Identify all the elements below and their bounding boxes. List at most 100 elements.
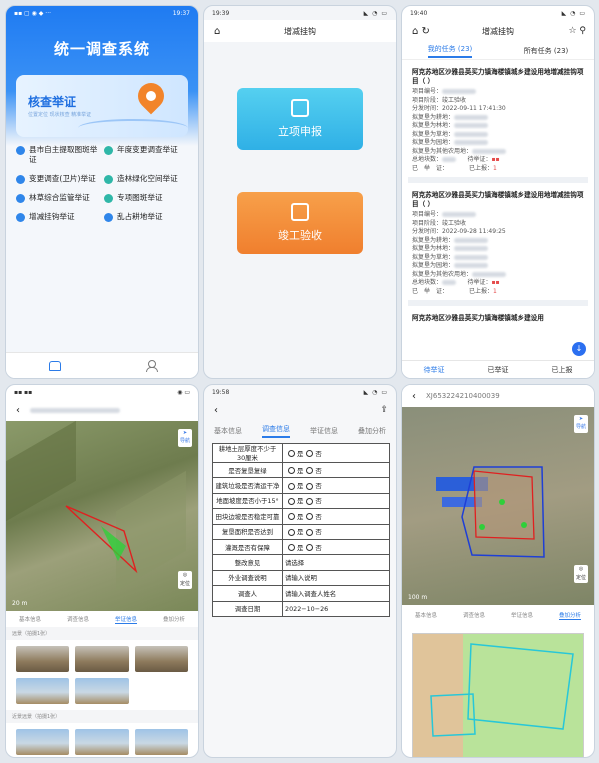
menu-icon (16, 146, 25, 155)
status-filter-bar: 待举证 已举证 已上报 (402, 360, 594, 378)
field-label: 拟复垦为其他农用地： (412, 147, 473, 155)
photo-thumb[interactable] (75, 678, 129, 704)
tab-evidence[interactable]: 举证信息 (114, 615, 137, 624)
photo-thumb[interactable] (16, 678, 70, 704)
tab-basic[interactable]: 基本信息 (214, 426, 242, 436)
yes-no-radio[interactable]: 是否 (282, 443, 390, 463)
menu-grid: 县市自主提取图斑举证 年度变更调查举证 变更调查(卫片)举证 造林绿化空间举证 … (16, 145, 188, 222)
menu-item-farmland[interactable]: 乱占耕地举证 (104, 212, 188, 222)
navigate-icon[interactable]: ➤ 导航 (574, 415, 588, 433)
tab-evidence[interactable]: 举证信息 (310, 426, 338, 436)
satellite-map[interactable]: ➤ 导航 ◎ 定位 100 m (402, 407, 594, 605)
banner-title: 核查举证 (28, 95, 77, 109)
menu-icon (104, 213, 113, 222)
tab-basic[interactable]: 基本信息 (415, 611, 437, 619)
survey-table: 耕地土层厚度不少于30厘米是否 是否复垦复绿是否 建筑垃圾是否清运干净是否 地面… (212, 443, 390, 617)
field-label: 待举证： (467, 156, 492, 163)
surveyor-input[interactable]: 请输入调查人姓名 (282, 585, 390, 602)
locate-icon[interactable]: ◎ 定位 (574, 565, 588, 583)
field-label: 已 举 证： (412, 287, 449, 295)
opinion-select[interactable]: 请选择 (282, 554, 390, 571)
menu-item-forest[interactable]: 林草综合监管举证 (16, 193, 100, 203)
tab-all-tasks[interactable]: 所有任务 (23) (524, 46, 569, 56)
yes-no-radio[interactable]: 是否 (282, 461, 390, 479)
satellite-map[interactable]: ➤ 导航 ◎ 定位 20 m (6, 421, 198, 611)
status-bar: 19:58 ◣ ◔ ▭ (212, 388, 388, 396)
tab-overlay[interactable]: 叠加分析 (163, 615, 185, 623)
task-card[interactable]: 阿克苏地区沙雅县英买力镇海楼镇城乡建设用地增减挂钩项目（ ） 项目编号： 项目阶… (408, 64, 588, 183)
task-card[interactable]: 阿克苏地区沙雅县英买力镇海楼镇城乡建设用 (408, 310, 588, 329)
home-icon[interactable]: ⌂ (214, 26, 220, 37)
tab-basic[interactable]: 基本信息 (19, 615, 41, 623)
field-label: 拟复垦为其他农用地： (412, 270, 473, 278)
task-title: 阿克苏地区沙雅县英买力镇海楼镇城乡建设用 (412, 314, 544, 322)
detail-tabs: 基本信息 调查信息 举证信息 叠加分析 (6, 611, 198, 627)
menu-item-annual[interactable]: 年度变更调查举证 (104, 145, 188, 165)
star-search-icon[interactable]: ☆ ⚲ (568, 26, 586, 36)
filter-uploaded[interactable]: 已上报 (552, 365, 573, 375)
task-card[interactable]: 阿克苏地区沙雅县英买力镇海楼镇城乡建设用地增减挂钩项目（ ） 项目编号： 项目阶… (408, 187, 588, 306)
locate-icon[interactable]: ◎ 定位 (178, 571, 192, 589)
tab-survey[interactable]: 调查信息 (463, 611, 485, 619)
project-apply-button[interactable]: 立项申报 (237, 88, 363, 150)
location-pin-icon (132, 77, 170, 115)
menu-item-afforestation[interactable]: 造林绿化空间举证 (104, 174, 188, 184)
filter-done[interactable]: 已举证 (488, 365, 509, 375)
row-label: 外业调查说明 (212, 569, 283, 587)
header: ⌂ 增减挂钩 (204, 20, 396, 42)
menu-item-linkage[interactable]: 增减挂钩举证 (16, 212, 100, 222)
field-label: 待举证： (467, 279, 492, 286)
yes-no-radio[interactable]: 是否 (282, 538, 390, 556)
home-icon[interactable]: ⌂ ↻ (412, 26, 430, 37)
yes-no-radio[interactable]: 是否 (282, 492, 390, 510)
table-row: 耕地土层厚度不少于30厘米是否 (212, 443, 390, 463)
field-label: 已 举 证： (412, 164, 449, 172)
tab-survey[interactable]: 调查信息 (67, 615, 89, 623)
yes-no-radio[interactable]: 是否 (282, 508, 390, 525)
menu-item-special[interactable]: 专项图斑举证 (104, 193, 188, 203)
table-row: 调查人 请输入调查人姓名 (212, 585, 390, 602)
row-label: 田块边坡是否稳定可靠 (212, 508, 283, 525)
home-icon[interactable] (48, 360, 61, 371)
tab-evidence[interactable]: 举证信息 (511, 611, 533, 619)
share-icon[interactable]: ⇪ (380, 405, 388, 415)
bottom-nav (6, 352, 198, 378)
menu-label: 增减挂钩举证 (29, 212, 75, 221)
menu-label: 乱占耕地举证 (117, 212, 163, 221)
completion-accept-label: 竣工验收 (278, 229, 322, 242)
back-button[interactable]: ‹ (412, 391, 416, 402)
yes-no-radio[interactable]: 是否 (282, 477, 390, 494)
photo-thumb[interactable] (16, 646, 70, 672)
menu-icon (104, 146, 113, 155)
overlay-map[interactable] (412, 633, 584, 757)
task-title: 阿克苏地区沙雅县英买力镇海楼镇城乡建设用地增减挂钩项目（ ） (412, 68, 584, 85)
scroll-down-button[interactable]: ↓ (572, 342, 586, 356)
table-row: 是否复垦复绿是否 (212, 461, 390, 479)
wave-graphic (78, 119, 188, 137)
photo-thumb[interactable] (16, 729, 70, 755)
tab-my-tasks[interactable]: 我的任务 (23) (427, 44, 473, 58)
menu-item-satellite[interactable]: 变更调查(卫片)举证 (16, 174, 100, 184)
task-title: 阿克苏地区沙雅县英买力镇海楼镇城乡建设用地增减挂钩项目（ ） (412, 191, 584, 208)
note-input[interactable]: 请输入说明 (282, 569, 390, 587)
date-input[interactable]: 2022−10−26 (282, 600, 390, 617)
tab-survey[interactable]: 调查信息 (262, 424, 290, 438)
photo-thumb[interactable] (75, 646, 129, 672)
back-button[interactable]: ‹ (16, 405, 20, 416)
phone-linkage: 19:39 ◣ ◔ ▭ ⌂ 增减挂钩 立项申报 竣工验收 (203, 5, 397, 379)
navigate-icon[interactable]: ➤ 导航 (178, 429, 192, 447)
field-label: 拟复垦为耕地： (412, 236, 455, 244)
menu-item-county[interactable]: 县市自主提取图斑举证 (16, 145, 100, 165)
back-button[interactable]: ‹ (214, 405, 218, 416)
tab-overlay[interactable]: 叠加分析 (558, 611, 581, 620)
user-icon[interactable] (145, 360, 158, 372)
photo-thumb[interactable] (134, 729, 188, 755)
completion-accept-button[interactable]: 竣工验收 (237, 192, 363, 254)
yes-no-radio[interactable]: 是否 (282, 523, 390, 540)
filter-pending[interactable]: 待举证 (424, 365, 445, 375)
uploaded-count: 1 (493, 164, 497, 172)
photo-thumb[interactable] (134, 646, 188, 672)
tab-overlay[interactable]: 叠加分析 (358, 426, 386, 436)
page-title: 增减挂钩 (482, 26, 514, 36)
photo-thumb[interactable] (75, 729, 129, 755)
